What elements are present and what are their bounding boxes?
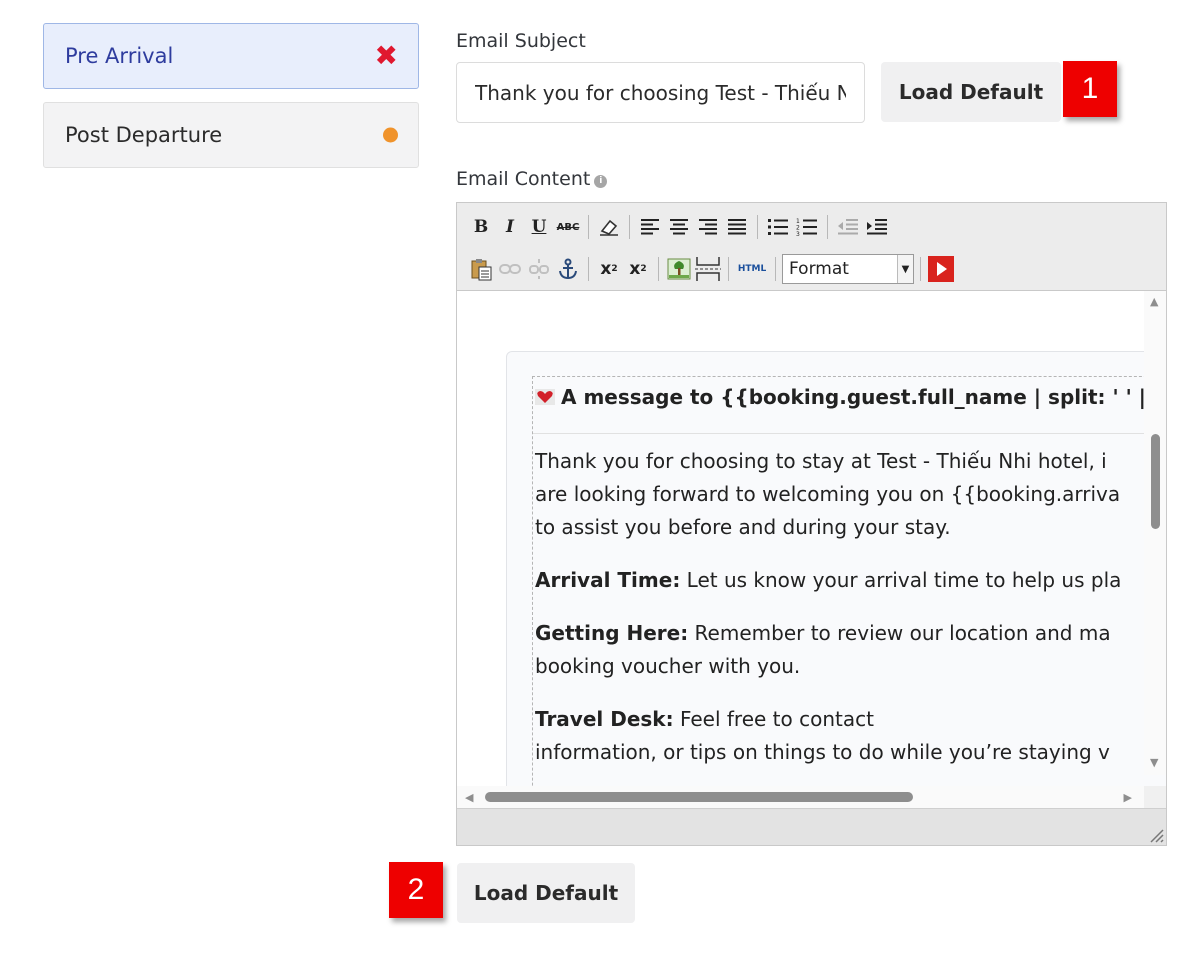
getting-here-label: Getting Here: bbox=[535, 621, 689, 645]
page-break-icon[interactable] bbox=[694, 255, 722, 283]
html-source-button[interactable]: HTML bbox=[735, 255, 769, 283]
paragraph-arrival-time: Arrival Time: Let us know your arrival t… bbox=[535, 564, 1121, 597]
resize-handle-icon[interactable] bbox=[1148, 827, 1164, 843]
sidebar-item-label: Post Departure bbox=[65, 123, 223, 147]
outdent-icon[interactable] bbox=[834, 213, 862, 241]
annotation-badge-1: 1 bbox=[1063, 61, 1117, 117]
vertical-scrollbar[interactable]: ▲ ▼ bbox=[1144, 291, 1166, 775]
message-heading: A message to {{booking.guest.full_name |… bbox=[535, 385, 1146, 409]
toolbar-row-2: x2 x2 HTML Format ▼ bbox=[467, 254, 955, 284]
subscript-icon[interactable]: x2 bbox=[595, 255, 623, 283]
paste-icon[interactable] bbox=[467, 255, 495, 283]
svg-text:3: 3 bbox=[796, 231, 800, 236]
load-default-subject-button[interactable]: Load Default bbox=[881, 62, 1061, 122]
scrollbar-corner bbox=[1144, 786, 1166, 808]
align-left-icon[interactable] bbox=[636, 213, 664, 241]
paragraph-getting-here: Getting Here: Remember to review our loc… bbox=[535, 617, 1111, 650]
toolbar-separator bbox=[588, 215, 589, 239]
info-icon[interactable]: i bbox=[594, 175, 608, 188]
paragraph-intro-line-2: are looking forward to welcoming you on … bbox=[535, 482, 1121, 506]
image-icon[interactable] bbox=[665, 255, 693, 283]
paragraph-travel-desk: Travel Desk: Feel free to contact bbox=[535, 703, 874, 736]
arrival-time-label: Arrival Time: bbox=[535, 568, 681, 592]
email-subject-input[interactable] bbox=[456, 62, 865, 123]
align-justify-icon[interactable] bbox=[723, 213, 751, 241]
email-content-label: Email Content i bbox=[456, 168, 608, 190]
message-heading-text: A message to {{booking.guest.full_name |… bbox=[561, 385, 1146, 409]
format-dropdown-value: Format bbox=[789, 259, 849, 279]
strikethrough-icon[interactable]: ABC bbox=[554, 213, 582, 241]
horizontal-scrollbar[interactable]: ◀ ▶ bbox=[457, 786, 1144, 808]
format-dropdown[interactable]: Format ▼ bbox=[782, 254, 914, 284]
toolbar-separator bbox=[728, 257, 729, 281]
editor-status-bar bbox=[457, 808, 1166, 845]
travel-desk-text: Feel free to contact bbox=[673, 707, 874, 731]
divider bbox=[533, 433, 1166, 434]
email-content-label-text: Email Content bbox=[456, 168, 591, 190]
heart-icon bbox=[535, 389, 555, 405]
toolbar-separator bbox=[827, 215, 828, 239]
paragraph-intro-line-1: Thank you for choosing to stay at Test -… bbox=[535, 449, 1107, 473]
scroll-left-arrow-icon[interactable]: ◀ bbox=[465, 791, 473, 804]
scroll-down-arrow-icon[interactable]: ▼ bbox=[1150, 756, 1158, 769]
unlink-icon[interactable] bbox=[525, 255, 553, 283]
rich-text-editor[interactable]: B I U ABC 123 x2 x 2 HTML Format ▼ A mes… bbox=[456, 202, 1167, 846]
travel-desk-label: Travel Desk: bbox=[535, 707, 674, 731]
scroll-right-arrow-icon[interactable]: ▶ bbox=[1124, 791, 1132, 804]
toolbar-separator bbox=[658, 257, 659, 281]
play-video-icon[interactable] bbox=[927, 255, 955, 283]
editor-toolbar: B I U ABC 123 x2 x 2 HTML Format ▼ bbox=[457, 203, 1166, 291]
toolbar-separator bbox=[588, 257, 589, 281]
align-right-icon[interactable] bbox=[694, 213, 722, 241]
vertical-scroll-thumb[interactable] bbox=[1151, 434, 1160, 529]
align-center-icon[interactable] bbox=[665, 213, 693, 241]
sidebar-item-post-departure[interactable]: Post Departure bbox=[43, 102, 419, 168]
scroll-up-arrow-icon[interactable]: ▲ bbox=[1150, 295, 1158, 308]
sidebar-item-label: Pre Arrival bbox=[65, 44, 174, 68]
eraser-icon[interactable] bbox=[595, 213, 623, 241]
sidebar-item-pre-arrival[interactable]: Pre Arrival ✖ bbox=[43, 23, 419, 89]
toolbar-separator bbox=[775, 257, 776, 281]
editor-content-area[interactable]: A message to {{booking.guest.full_name |… bbox=[457, 291, 1166, 808]
link-icon[interactable] bbox=[496, 255, 524, 283]
toolbar-separator bbox=[920, 257, 921, 281]
anchor-icon[interactable] bbox=[554, 255, 582, 283]
getting-here-text: Remember to review our location and ma bbox=[688, 621, 1111, 645]
bold-icon[interactable]: B bbox=[467, 213, 495, 241]
bullet-list-icon[interactable] bbox=[764, 213, 792, 241]
chevron-down-icon: ▼ bbox=[897, 255, 913, 283]
orange-dot-icon bbox=[383, 127, 398, 143]
paragraph-travel-desk-line-2: information, or tips on things to do whi… bbox=[535, 740, 1110, 764]
email-subject-label: Email Subject bbox=[456, 30, 586, 52]
horizontal-scroll-thumb[interactable] bbox=[485, 792, 913, 802]
toolbar-separator bbox=[757, 215, 758, 239]
arrival-time-text: Let us know your arrival time to help us… bbox=[680, 568, 1122, 592]
numbered-list-icon[interactable]: 123 bbox=[793, 213, 821, 241]
italic-icon[interactable]: I bbox=[496, 213, 524, 241]
close-x-icon: ✖ bbox=[374, 39, 398, 72]
underline-icon[interactable]: U bbox=[525, 213, 553, 241]
paragraph-intro-line-3: to assist you before and during your sta… bbox=[535, 515, 951, 539]
toolbar-separator bbox=[629, 215, 630, 239]
annotation-badge-2: 2 bbox=[389, 862, 443, 918]
superscript-icon[interactable]: x2 bbox=[624, 255, 652, 283]
load-default-content-button[interactable]: Load Default bbox=[457, 863, 635, 923]
indent-icon[interactable] bbox=[863, 213, 891, 241]
toolbar-row-1: B I U ABC 123 bbox=[467, 212, 891, 242]
paragraph-getting-here-line-2: booking voucher with you. bbox=[535, 654, 801, 678]
message-body[interactable]: A message to {{booking.guest.full_name |… bbox=[532, 376, 1166, 808]
